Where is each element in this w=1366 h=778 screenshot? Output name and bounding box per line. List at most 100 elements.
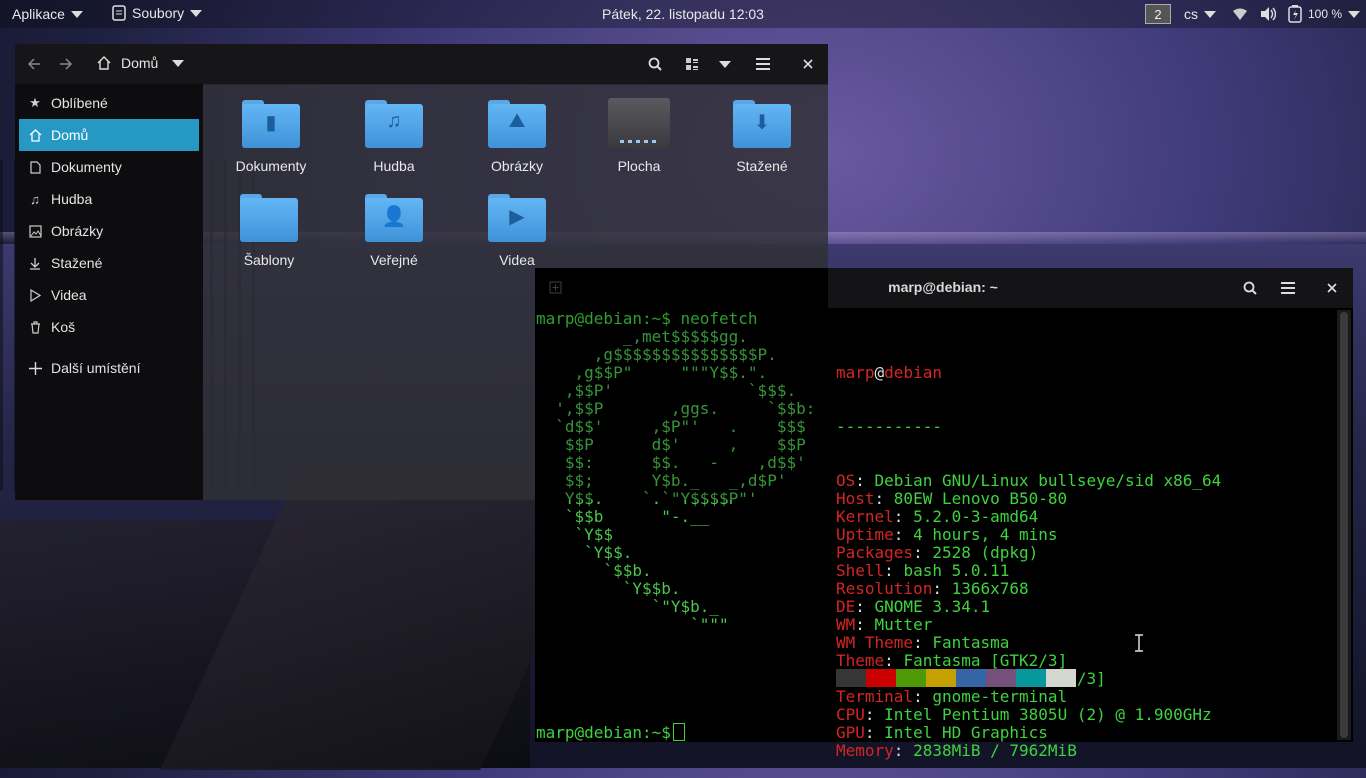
neofetch-info: marp@debian ----------- OS: Debian GNU/L… xyxy=(836,328,1221,778)
sidebar-item-documents[interactable]: Dokumenty xyxy=(19,151,199,183)
info-value: gnome-terminal xyxy=(932,687,1068,706)
host-name: debian xyxy=(884,363,942,382)
language-selector[interactable]: cs xyxy=(1184,6,1216,22)
image-icon xyxy=(27,223,43,239)
folder-templates[interactable]: Šablony xyxy=(209,192,329,268)
info-value: Intel Pentium 3805U (2) @ 1.900GHz xyxy=(884,705,1212,724)
chevron-down-icon xyxy=(1204,10,1216,18)
info-line: WM Theme: Fantasma xyxy=(836,633,1010,652)
text-cursor xyxy=(672,723,685,741)
folder-label: Veřejné xyxy=(370,252,418,268)
search-icon xyxy=(1243,281,1257,295)
volume-icon[interactable] xyxy=(1260,6,1276,22)
sidebar-item-label: Oblíbené xyxy=(51,95,108,111)
info-line: Terminal: gnome-terminal xyxy=(836,687,1068,706)
info-value: 4 hours, 4 mins xyxy=(913,525,1058,544)
folder-pictures[interactable]: ⛰ Obrázky xyxy=(457,98,577,174)
battery-icon[interactable] xyxy=(1288,5,1302,23)
info-key: DE xyxy=(836,597,856,616)
workspace-indicator[interactable]: 2 xyxy=(1145,4,1171,24)
scrollbar-thumb[interactable] xyxy=(1340,312,1348,738)
sidebar-item-trash[interactable]: Koš xyxy=(19,311,199,343)
sidebar-item-music[interactable]: ♫ Hudba xyxy=(19,183,199,215)
info-key: GPU xyxy=(836,723,865,742)
info-value: Mutter xyxy=(874,615,933,634)
home-icon xyxy=(97,56,111,70)
hamburger-icon xyxy=(1281,282,1295,294)
view-mode-button[interactable] xyxy=(677,49,707,79)
color-swatch xyxy=(956,669,986,687)
color-swatch xyxy=(866,669,896,687)
wifi-icon[interactable] xyxy=(1232,7,1248,21)
terminal-menu-button[interactable] xyxy=(1273,273,1303,303)
folder-videos[interactable]: ▶ Videa xyxy=(457,192,577,268)
sidebar-item-label: Obrázky xyxy=(51,223,104,239)
sidebar-item-home[interactable]: Domů xyxy=(19,119,199,151)
terminal-search-button[interactable] xyxy=(1235,273,1265,303)
location-breadcrumb[interactable]: Domů xyxy=(97,55,185,71)
close-button[interactable] xyxy=(793,49,823,79)
info-key: OS xyxy=(836,471,856,490)
sidebar-item-label: Koš xyxy=(51,319,76,335)
hamburger-icon xyxy=(756,58,770,70)
folder-downloads[interactable]: ⬇ Stažené xyxy=(702,98,822,174)
color-palette xyxy=(836,669,1076,687)
info-key: CPU xyxy=(836,705,865,724)
system-menu-chevron-icon[interactable] xyxy=(1348,11,1360,18)
menu-button[interactable] xyxy=(748,49,778,79)
info-value: Fantasma [GTK2/3] xyxy=(903,651,1068,670)
info-key: Packages xyxy=(836,543,914,562)
info-value: GNOME 3.34.1 xyxy=(874,597,991,616)
sidebar-item-pictures[interactable]: Obrázky xyxy=(19,215,199,247)
sidebar-item-videos[interactable]: Videa xyxy=(19,279,199,311)
folder-label: Dokumenty xyxy=(235,158,307,174)
info-value: Debian GNU/Linux bullseye/sid x86_64 xyxy=(874,471,1222,490)
arrow-right-icon xyxy=(60,58,73,70)
info-line: CPU: Intel Pentium 3805U (2) @ 1.900GHz xyxy=(836,705,1212,724)
info-value: Fantasma xyxy=(932,633,1010,652)
color-swatch xyxy=(1046,669,1076,687)
sidebar-item-downloads[interactable]: Stažené xyxy=(19,247,199,279)
info-key: Host xyxy=(836,489,875,508)
info-line: GPU: Intel HD Graphics xyxy=(836,723,1048,742)
terminal-close-button[interactable] xyxy=(1317,273,1347,303)
search-button[interactable] xyxy=(640,49,670,79)
star-icon: ★ xyxy=(29,95,41,110)
applications-menu[interactable]: Aplikace xyxy=(12,6,83,22)
folder-desktop[interactable]: Plocha xyxy=(579,98,699,174)
places-menu[interactable]: Soubory xyxy=(112,5,203,21)
folder-label: Šablony xyxy=(243,252,295,268)
forward-button[interactable] xyxy=(51,49,81,79)
view-options-button[interactable] xyxy=(710,49,740,79)
info-value: 1366x768 xyxy=(951,579,1029,598)
info-lines: OS: Debian GNU/Linux bullseye/sid x86_64… xyxy=(836,472,1221,760)
info-key: Shell xyxy=(836,561,885,580)
terminal-scrollbar[interactable] xyxy=(1337,310,1351,740)
home-icon xyxy=(27,127,43,143)
info-key: WM xyxy=(836,615,856,634)
back-button[interactable] xyxy=(19,49,49,79)
terminal-titlebar: marp@debian: ~ xyxy=(828,268,1353,309)
user-host-line: marp@debian xyxy=(836,363,942,382)
separator-line: ----------- xyxy=(836,417,942,436)
folder-documents[interactable]: ▮ Dokumenty xyxy=(211,98,331,174)
sidebar-item-starred[interactable]: ★ Oblíbené xyxy=(19,87,199,119)
color-swatch xyxy=(896,669,926,687)
sidebar-item-label: Další umístění xyxy=(51,360,141,376)
user-name: marp xyxy=(836,363,875,382)
grid-view-icon xyxy=(686,58,698,70)
prompt-text: marp@debian:~$ xyxy=(536,723,671,742)
color-swatch xyxy=(836,669,866,687)
info-line: DE: GNOME 3.34.1 xyxy=(836,597,991,616)
terminal-prompt-line: marp@debian:~$ xyxy=(536,723,685,742)
info-line: Uptime: 4 hours, 4 mins xyxy=(836,525,1058,544)
sidebar-item-other-locations[interactable]: Další umístění xyxy=(19,352,199,384)
folder-public[interactable]: 👤 Veřejné xyxy=(334,192,454,268)
folder-videos-icon: ▶ xyxy=(488,192,546,242)
folder-label: Stažené xyxy=(736,158,788,174)
folder-label: Videa xyxy=(499,252,535,268)
language-label: cs xyxy=(1184,6,1198,22)
info-key: WM Theme xyxy=(836,633,914,652)
sidebar-item-label: Hudba xyxy=(51,191,93,207)
folder-music[interactable]: ♫ Hudba xyxy=(334,98,454,174)
